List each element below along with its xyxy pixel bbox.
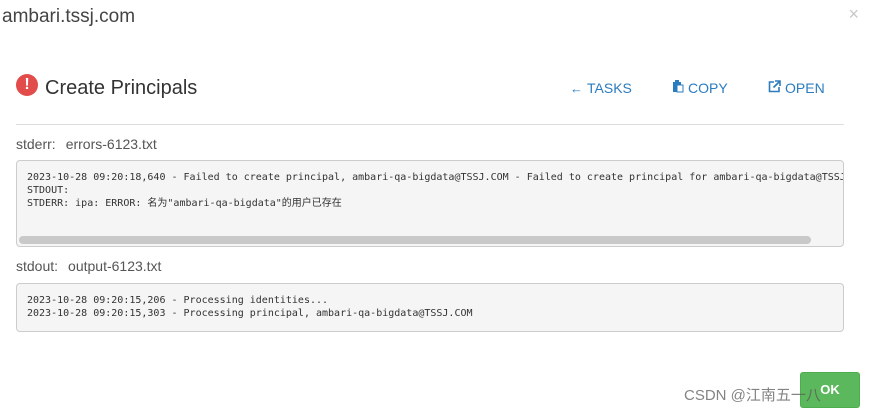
external-link-icon [768,80,781,96]
error-icon: ! [16,74,38,96]
stderr-text: 2023-10-28 09:20:18,640 - Failed to crea… [17,161,843,220]
log-line: STDOUT: [27,185,70,196]
modal-title: ambari.tssj.com [2,6,136,27]
watermark: CSDN @江南五一八 [684,387,821,404]
task-header: ! Create Principals ← TASKS COPY OPEN [16,72,844,106]
arrow-left-icon: ← [570,80,583,96]
open-button[interactable]: OPEN [768,80,825,96]
copy-label: COPY [688,80,728,96]
log-line: STDERR: ipa: ERROR: 名为"ambari-qa-bigdata… [27,198,342,209]
log-line: 2023-10-28 09:20:18,640 - Failed to crea… [27,172,844,183]
tasks-label: TASKS [587,80,632,96]
horizontal-scrollbar[interactable] [19,236,811,244]
close-icon[interactable]: × [848,4,859,25]
task-title: Create Principals [45,77,198,99]
open-label: OPEN [785,80,825,96]
stdout-label-row: stdout: output-6123.txt [16,258,161,274]
stderr-filename: errors-6123.txt [65,136,157,152]
stdout-text: 2023-10-28 09:20:15,206 - Processing ide… [17,284,843,330]
divider [16,124,844,125]
log-line: 2023-10-28 09:20:15,303 - Processing pri… [27,308,473,319]
copy-button[interactable]: COPY [672,80,728,96]
stderr-label-row: stderr: errors-6123.txt [16,136,157,152]
log-line: 2023-10-28 09:20:15,206 - Processing ide… [27,295,329,306]
clipboard-icon [672,80,684,96]
stdout-label: stdout: [16,258,59,274]
stdout-log[interactable]: 2023-10-28 09:20:15,206 - Processing ide… [16,283,844,332]
tasks-button[interactable]: ← TASKS [570,80,632,96]
stdout-filename: output-6123.txt [68,258,162,274]
stderr-label: stderr: [16,136,56,152]
stderr-log[interactable]: 2023-10-28 09:20:18,640 - Failed to crea… [16,160,844,247]
